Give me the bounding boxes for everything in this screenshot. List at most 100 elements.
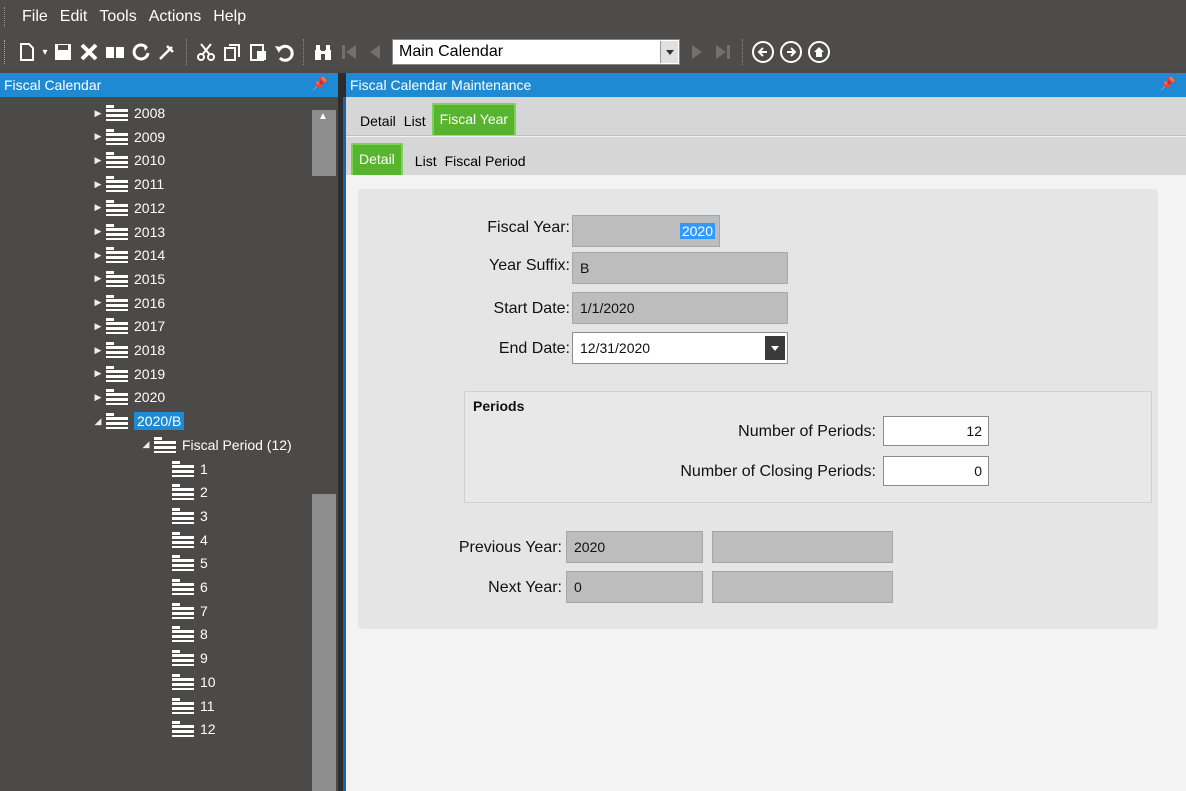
num-closing-periods-input[interactable]: 0 xyxy=(883,456,989,486)
scroll-up-icon[interactable]: ▲ xyxy=(318,111,328,122)
tree-node-year[interactable]: ▶ 2015 xyxy=(90,268,165,290)
chevron-down-icon[interactable] xyxy=(660,41,678,63)
forward-icon[interactable] xyxy=(780,41,802,63)
home-icon[interactable] xyxy=(808,41,830,63)
toolbar-separator xyxy=(742,39,743,65)
last-record-icon[interactable] xyxy=(710,39,736,65)
num-periods-input[interactable]: 12 xyxy=(883,416,989,446)
expand-arrow-icon[interactable]: ▶ xyxy=(90,108,106,119)
expand-arrow-icon[interactable]: ▶ xyxy=(90,202,106,213)
tree-node-period[interactable]: 10 xyxy=(156,671,216,693)
previous-year-field[interactable]: 2020 xyxy=(566,531,703,563)
expanded-arrow-icon[interactable]: ◢ xyxy=(90,416,106,427)
tree-node-year[interactable]: ▶ 2018 xyxy=(90,339,165,361)
pin-icon[interactable]: 📌 xyxy=(312,76,328,92)
start-date-value: 1/1/2020 xyxy=(580,300,635,316)
expand-arrow-icon[interactable]: ▶ xyxy=(90,226,106,237)
tree-node-period[interactable]: 3 xyxy=(156,505,208,527)
previous-year-suffix-field[interactable] xyxy=(712,531,893,563)
menu-actions[interactable]: Actions xyxy=(147,8,203,26)
save-icon[interactable] xyxy=(50,39,76,65)
delete-icon[interactable] xyxy=(76,39,102,65)
tree-node-period[interactable]: 4 xyxy=(156,529,208,551)
expand-arrow-icon[interactable]: ▶ xyxy=(90,250,106,261)
tree-node-fiscal-period[interactable]: ◢ Fiscal Period (12) xyxy=(138,434,292,456)
expanded-arrow-icon[interactable]: ◢ xyxy=(138,439,154,450)
tree-node-year[interactable]: ▶ 2011 xyxy=(90,173,164,195)
subtab-fiscal-period[interactable]: Fiscal Period xyxy=(443,153,532,175)
expand-arrow-icon[interactable]: ▶ xyxy=(90,368,106,379)
tree-node-period[interactable]: 2 xyxy=(156,481,208,503)
tree-node-year[interactable]: ▶ 2014 xyxy=(90,244,165,266)
cut-icon[interactable] xyxy=(193,39,219,65)
toolbar: ▾ Main Calendar xyxy=(0,34,1186,70)
year-suffix-value: B xyxy=(580,260,590,276)
tree-scrollbar[interactable] xyxy=(312,494,336,791)
start-date-field[interactable]: 1/1/2020 xyxy=(572,292,788,324)
panel-title: Fiscal Calendar xyxy=(4,77,102,93)
new-icon[interactable] xyxy=(14,39,40,65)
tree-node-year[interactable]: ▶ 2016 xyxy=(90,292,165,314)
tree-node-year[interactable]: ▶ 2019 xyxy=(90,363,165,385)
next-year-field[interactable]: 0 xyxy=(566,571,703,603)
book-icon[interactable] xyxy=(102,39,128,65)
tab-list[interactable]: List xyxy=(402,113,432,135)
expand-arrow-icon[interactable]: ▶ xyxy=(90,155,106,166)
menu-file[interactable]: File xyxy=(20,8,50,26)
first-record-icon[interactable] xyxy=(336,39,362,65)
expand-arrow-icon[interactable]: ▶ xyxy=(90,345,106,356)
tree-node-year[interactable]: ▶ 2017 xyxy=(90,315,165,337)
tree-node-label: 6 xyxy=(200,579,208,595)
menu-edit[interactable]: Edit xyxy=(58,8,90,26)
expand-arrow-icon[interactable]: ▶ xyxy=(90,131,106,142)
tree-node-year[interactable]: ▶ 2012 xyxy=(90,197,165,219)
tree-node-period[interactable]: 7 xyxy=(156,600,208,622)
expand-arrow-icon[interactable]: ▶ xyxy=(90,179,106,190)
pin-icon[interactable]: 📌 xyxy=(1160,76,1176,92)
copy-icon[interactable] xyxy=(219,39,245,65)
tree-node-year[interactable]: ▶ 2009 xyxy=(90,126,165,148)
expand-arrow-icon[interactable]: ▶ xyxy=(90,273,106,284)
paste-icon[interactable] xyxy=(245,39,271,65)
tree-node-period[interactable]: 1 xyxy=(156,458,208,480)
tree-node-period[interactable]: 9 xyxy=(156,647,208,669)
back-icon[interactable] xyxy=(752,41,774,63)
tree-node-year[interactable]: ▶ 2013 xyxy=(90,221,165,243)
binoculars-icon[interactable] xyxy=(310,39,336,65)
next-year-suffix-field[interactable] xyxy=(712,571,893,603)
year-suffix-field[interactable]: B xyxy=(572,252,788,284)
tree-node-year[interactable]: ▶ 2008 xyxy=(90,102,165,124)
clear-icon[interactable] xyxy=(154,39,180,65)
subtab-list[interactable]: List xyxy=(409,153,443,175)
expand-arrow-icon[interactable]: ▶ xyxy=(90,297,106,308)
tree-node-year[interactable]: ▶ 2020 xyxy=(90,386,165,408)
previous-record-icon[interactable] xyxy=(362,39,388,65)
menu-help[interactable]: Help xyxy=(211,8,248,26)
fiscal-year-field[interactable]: 2020 xyxy=(572,215,720,247)
tab-fiscal-year[interactable]: Fiscal Year xyxy=(431,103,517,135)
folder-icon xyxy=(106,294,128,311)
tree-node-period[interactable]: 11 xyxy=(156,695,215,717)
expand-arrow-icon[interactable]: ▶ xyxy=(90,392,106,403)
folder-icon xyxy=(106,223,128,240)
tree-node-period[interactable]: 12 xyxy=(156,718,216,740)
tab-detail[interactable]: Detail xyxy=(354,113,402,135)
refresh-icon[interactable] xyxy=(128,39,154,65)
tree-node-period[interactable]: 5 xyxy=(156,552,208,574)
subtab-detail[interactable]: Detail xyxy=(351,143,403,175)
tree-node-period[interactable]: 6 xyxy=(156,576,208,598)
tree-node-period[interactable]: 8 xyxy=(156,623,208,645)
tree-node-year[interactable]: ▶ 2010 xyxy=(90,149,165,171)
folder-icon xyxy=(106,318,128,335)
calendar-select[interactable]: Main Calendar xyxy=(392,39,680,65)
undo-icon[interactable] xyxy=(271,39,297,65)
chevron-down-icon[interactable] xyxy=(765,336,785,360)
folder-icon xyxy=(106,270,128,287)
tree-node-2020b[interactable]: ◢ 2020/B xyxy=(90,410,185,432)
menu-tools[interactable]: Tools xyxy=(97,8,138,26)
expand-arrow-icon[interactable]: ▶ xyxy=(90,321,106,332)
new-dropdown-icon[interactable]: ▾ xyxy=(40,39,50,65)
folder-icon xyxy=(172,531,194,548)
next-record-icon[interactable] xyxy=(684,39,710,65)
end-date-field[interactable]: 12/31/2020 xyxy=(572,332,788,364)
